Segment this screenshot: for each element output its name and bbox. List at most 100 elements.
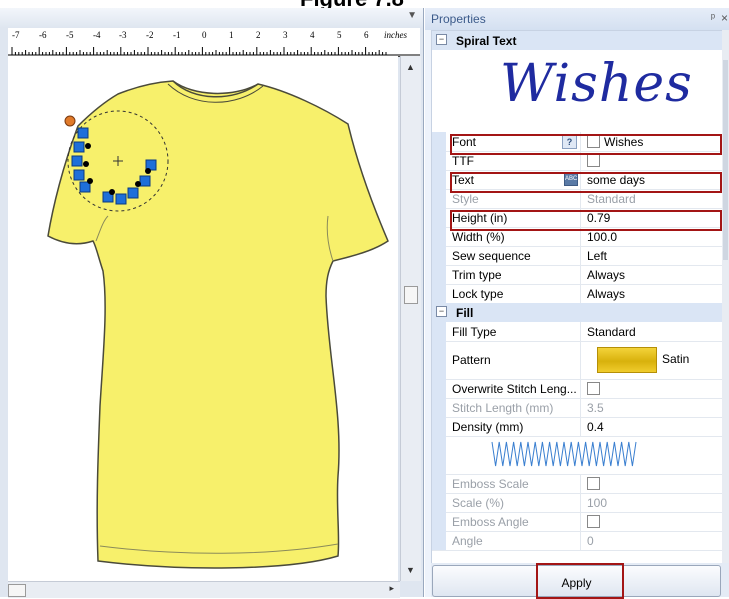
property-value[interactable]: Always (587, 268, 625, 282)
property-checkbox[interactable] (587, 477, 600, 490)
density-wave (491, 441, 637, 467)
apply-area: Apply (431, 563, 729, 599)
property-grid: − Spiral Text Wishes Font? Wishes TTF Text A… (431, 30, 724, 567)
row-gutter (432, 284, 446, 303)
column-divider (580, 341, 581, 379)
row-gutter (432, 474, 446, 493)
property-row[interactable]: Overwrite Stitch Leng... (432, 379, 723, 399)
category-label: Fill (456, 306, 474, 320)
property-row[interactable]: Scale (%) 100 (432, 493, 723, 513)
column-divider (580, 284, 581, 303)
column-divider (580, 417, 581, 436)
property-row[interactable]: Emboss Scale (432, 474, 723, 494)
property-row[interactable]: Stitch Length (mm) 3.5 (432, 398, 723, 418)
property-checkbox[interactable] (587, 154, 600, 167)
property-row[interactable]: Density (mm) 0.4 (432, 417, 723, 437)
scroll-thumb[interactable] (723, 60, 728, 260)
property-value[interactable]: Standard (587, 325, 636, 339)
drawing-area[interactable] (8, 56, 398, 581)
property-grid-scrollbar[interactable] (722, 30, 729, 565)
property-name: TTF (452, 154, 474, 168)
property-value[interactable]: 100 (587, 496, 607, 510)
scroll-up-icon[interactable]: ▲ (406, 62, 415, 72)
property-checkbox[interactable] (587, 515, 600, 528)
property-value[interactable]: 0.4 (587, 420, 604, 434)
property-name: Trim type (452, 268, 502, 282)
property-value[interactable] (587, 382, 604, 396)
property-value[interactable]: Always (587, 287, 625, 301)
tshirt-shape (47, 80, 389, 569)
property-name: Emboss Angle (452, 515, 529, 529)
property-value[interactable]: Left (587, 249, 607, 263)
property-row[interactable]: Emboss Angle (432, 512, 723, 532)
row-gutter (432, 379, 446, 398)
tshirt-design[interactable] (8, 56, 398, 581)
property-name: Overwrite Stitch Leng... (452, 382, 577, 396)
rotate-handle-icon[interactable] (64, 115, 76, 127)
scroll-thumb[interactable] (8, 584, 26, 597)
column-divider (580, 493, 581, 512)
column-divider (580, 265, 581, 284)
row-gutter (432, 151, 446, 170)
canvas-vertical-scrollbar[interactable]: ▲ ▼ (400, 56, 421, 581)
font-preview-text: Wishes (500, 54, 693, 114)
property-value: Satin (662, 352, 690, 366)
property-name: Lock type (452, 287, 504, 301)
column-divider (580, 474, 581, 493)
collapse-icon[interactable]: − (436, 306, 447, 317)
property-name: Stitch Length (mm) (452, 401, 554, 415)
ruler-tick-label: 5 (337, 30, 342, 40)
properties-pane: Properties ᵖ × − Spiral Text Wishes Font… (425, 8, 729, 599)
property-row[interactable]: Angle 0 (432, 531, 723, 551)
highlight-font-row (450, 134, 722, 155)
ruler-tick-label: -4 (93, 30, 101, 40)
scroll-down-icon[interactable]: ▼ (406, 565, 415, 575)
property-value-text: 100.0 (587, 230, 618, 244)
ruler-tick-label: -2 (146, 30, 154, 40)
property-name: Sew sequence (452, 249, 531, 263)
pattern-swatch[interactable] (597, 347, 657, 373)
property-row[interactable]: Lock type Always (432, 284, 723, 304)
property-value[interactable] (587, 477, 604, 491)
property-name: Pattern (452, 353, 491, 367)
canvas-toolbar: ▼ (0, 8, 423, 28)
property-name: Fill Type (452, 325, 497, 339)
property-value-text: Standard (587, 192, 636, 206)
category-fill[interactable]: − Fill (432, 303, 723, 322)
property-value[interactable]: Standard (587, 192, 636, 206)
ruler-ticks (8, 47, 420, 56)
row-gutter (432, 417, 446, 436)
ruler-unit-label: inches (384, 30, 407, 40)
row-gutter (432, 493, 446, 512)
category-spiral-text[interactable]: − Spiral Text (432, 31, 723, 50)
property-value[interactable]: 100.0 (587, 230, 617, 244)
property-row[interactable]: Sew sequence Left (432, 246, 723, 266)
figure-title-text: Figure 7.8 (300, 0, 404, 8)
property-value[interactable]: 0 (587, 534, 594, 548)
highlight-text-row (450, 172, 722, 193)
row-gutter (432, 322, 446, 341)
figure-title: Figure 7.8 (0, 0, 729, 8)
ruler-tick-label: -7 (12, 30, 20, 40)
row-gutter (432, 227, 446, 246)
collapse-icon[interactable]: − (436, 34, 447, 45)
property-row[interactable]: Fill Type Standard (432, 322, 723, 342)
density-preview (432, 436, 723, 475)
canvas-horizontal-scrollbar[interactable]: ▸ (8, 581, 400, 598)
property-value[interactable] (587, 154, 604, 168)
property-row[interactable]: Pattern Satin (432, 341, 723, 380)
pin-icon[interactable]: ᵖ (711, 12, 715, 24)
property-row[interactable]: Trim type Always (432, 265, 723, 285)
property-value[interactable] (587, 515, 604, 529)
canvas-dropdown-arrow-icon[interactable]: ▼ (407, 10, 417, 21)
ruler-tick-label: 0 (202, 30, 207, 40)
scroll-right-icon[interactable]: ▸ (389, 583, 394, 594)
column-divider (580, 322, 581, 341)
scroll-thumb[interactable] (404, 286, 418, 304)
property-value[interactable]: 3.5 (587, 401, 604, 415)
property-value-text: Left (587, 249, 608, 263)
close-icon[interactable]: × (721, 11, 728, 25)
row-gutter (432, 170, 446, 189)
property-value-text: Standard (587, 325, 636, 339)
property-checkbox[interactable] (587, 382, 600, 395)
